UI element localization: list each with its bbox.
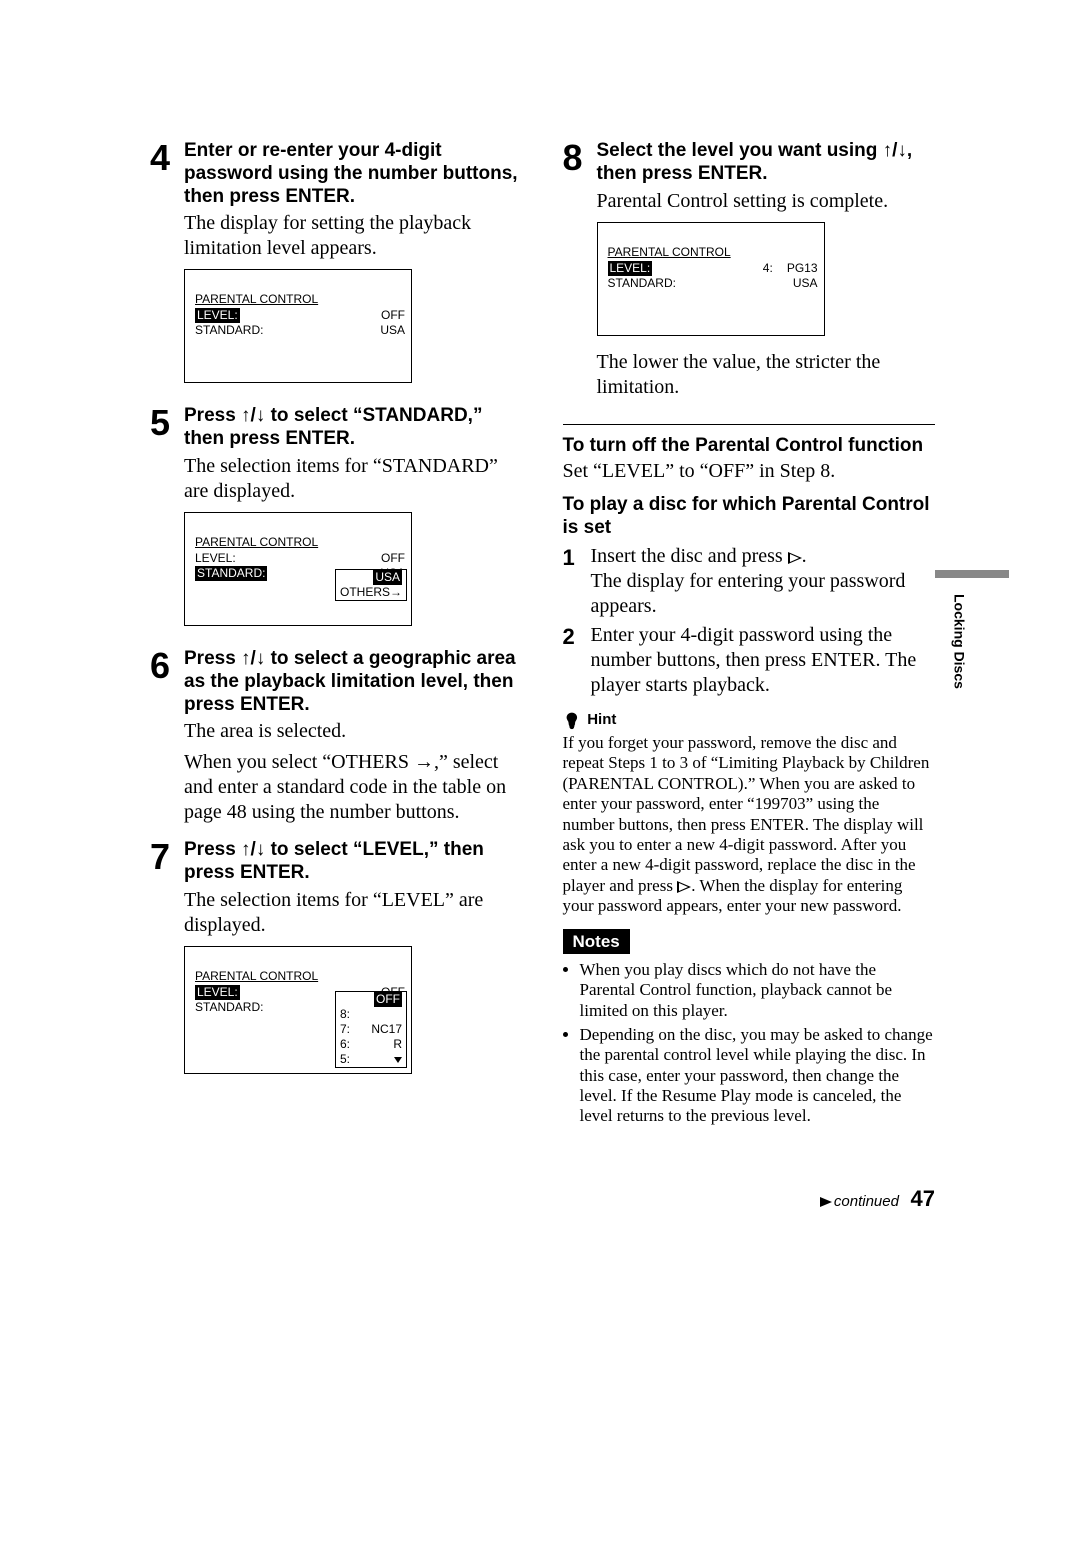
step-text: The selection items for “LEVEL” are disp…	[184, 888, 523, 938]
up-down-arrows-icon: ↑/↓	[883, 140, 907, 161]
dropdown-item: OFF	[374, 992, 402, 1007]
up-down-arrows-icon: ↑/↓	[241, 648, 265, 669]
osd-label: STANDARD:	[195, 566, 267, 581]
step-number: 6	[150, 648, 184, 684]
play-icon	[677, 881, 691, 893]
osd-label: LEVEL:	[608, 261, 653, 276]
osd-screen: PARENTAL CONTROL LEVEL: 4:PG13 STANDARD:…	[597, 222, 825, 336]
notes-list: When you play discs which do not have th…	[563, 960, 936, 1127]
section-divider	[563, 424, 936, 425]
sub-step-text: The display for entering your password a…	[591, 570, 906, 617]
hint-bulb-icon	[563, 708, 582, 733]
step-title: Select the level you want using ↑/↓, the…	[597, 140, 936, 186]
dropdown-item: 6:	[340, 1037, 350, 1052]
osd-screen: PARENTAL CONTROL LEVEL: OFF STANDARD: OF…	[184, 946, 412, 1074]
osd-title: PARENTAL CONTROL	[608, 245, 818, 260]
dropdown-item: USA	[373, 570, 402, 585]
sub-step-text: Insert the disc and press .	[591, 545, 807, 567]
osd-value: USA	[380, 323, 405, 338]
osd-label: LEVEL:	[195, 551, 236, 566]
dropdown-item: R	[393, 1037, 402, 1052]
sub-step-number: 1	[563, 544, 591, 572]
subsection-heading: To turn off the Parental Control functio…	[563, 435, 936, 458]
page-number: 47	[911, 1186, 935, 1211]
notes-item: Depending on the disc, you may be asked …	[580, 1025, 936, 1127]
step-number: 7	[150, 839, 184, 875]
step-text: The area is selected.	[184, 719, 523, 744]
dropdown-item: 7:	[340, 1022, 350, 1037]
sub-step-2: 2 Enter your 4-digit password using the …	[563, 623, 936, 698]
dropdown-item: 5:	[340, 1052, 350, 1067]
dropdown-item: 8:	[340, 1007, 350, 1022]
osd-title: PARENTAL CONTROL	[195, 969, 405, 984]
osd-screen: PARENTAL CONTROL LEVEL: OFF STANDARD: US…	[184, 269, 412, 383]
subsection-heading: To play a disc for which Parental Contro…	[563, 494, 936, 540]
step-title: Press ↑/↓ to select a geographic area as…	[184, 648, 523, 716]
step-7: 7 Press ↑/↓ to select “LEVEL,” then pres…	[150, 839, 523, 1088]
osd-label: STANDARD:	[195, 1000, 263, 1015]
right-column: 8 Select the level you want using ↑/↓, t…	[563, 140, 936, 1131]
step-number: 5	[150, 405, 184, 441]
osd-title: PARENTAL CONTROL	[195, 292, 405, 307]
continued-arrow-icon	[820, 1197, 832, 1207]
dropdown-item: NC17	[371, 1022, 402, 1037]
side-tab-label: Locking Discs	[950, 594, 968, 689]
manual-page: Locking Discs 4 Enter or re-enter your 4…	[0, 0, 1080, 1543]
osd-dropdown: OFF 8: 7: NC17 6: R 5:	[335, 991, 407, 1068]
up-down-arrows-icon: ↑/↓	[241, 839, 265, 860]
continued-label: continued	[834, 1193, 899, 1210]
osd-value: OFF	[381, 551, 405, 566]
step-5: 5 Press ↑/↓ to select “STANDARD,” then p…	[150, 405, 523, 640]
step-title: Press ↑/↓ to select “LEVEL,” then press …	[184, 839, 523, 885]
hint-label: Hint	[587, 711, 616, 730]
step-title: Enter or re-enter your 4-digit password …	[184, 140, 523, 208]
osd-dropdown: USA OTHERS→	[335, 569, 407, 601]
step-text: The selection items for “STANDARD” are d…	[184, 454, 523, 504]
osd-label: STANDARD:	[195, 323, 263, 338]
sub-step-number: 2	[563, 623, 591, 651]
step-6: 6 Press ↑/↓ to select a geographic area …	[150, 648, 523, 831]
notes-badge: Notes	[563, 929, 630, 954]
osd-title: PARENTAL CONTROL	[195, 535, 405, 550]
step-number: 8	[563, 140, 597, 176]
step-number: 4	[150, 140, 184, 176]
step-text: The display for setting the playback lim…	[184, 211, 523, 261]
step-text: Parental Control setting is complete.	[597, 189, 936, 214]
step-extra-text: When you select “OTHERS →,” select and e…	[184, 750, 523, 825]
subsection-text: Set “LEVEL” to “OFF” in Step 8.	[563, 459, 936, 484]
osd-label: STANDARD:	[608, 276, 676, 291]
page-footer: continued 47	[820, 1185, 935, 1213]
hint-text: If you forget your password, remove the …	[563, 733, 936, 917]
side-tab-marker	[935, 570, 1009, 578]
sub-step-1: 1 Insert the disc and press . The displa…	[563, 544, 936, 619]
hint-header: Hint	[563, 708, 936, 733]
osd-value: 4:PG13	[763, 261, 818, 276]
dropdown-item: OTHERS→	[340, 585, 402, 600]
osd-label: LEVEL:	[195, 308, 240, 323]
step-title: Press ↑/↓ to select “STANDARD,” then pre…	[184, 405, 523, 451]
section-side-tab: Locking Discs	[950, 594, 972, 704]
play-icon	[788, 552, 802, 564]
step-8: 8 Select the level you want using ↑/↓, t…	[563, 140, 936, 406]
step-after-text: The lower the value, the stricter the li…	[597, 350, 936, 400]
left-column: 4 Enter or re-enter your 4-digit passwor…	[150, 140, 523, 1131]
osd-value: USA	[793, 276, 818, 291]
up-down-arrows-icon: ↑/↓	[241, 405, 265, 426]
scroll-down-icon	[392, 1052, 402, 1067]
right-arrow-icon: →	[390, 585, 402, 599]
osd-screen: PARENTAL CONTROL LEVEL: OFF STANDARD: US…	[184, 512, 412, 626]
osd-value: OFF	[381, 308, 405, 323]
osd-label: LEVEL:	[195, 985, 240, 1000]
step-4: 4 Enter or re-enter your 4-digit passwor…	[150, 140, 523, 397]
notes-item: When you play discs which do not have th…	[580, 960, 936, 1021]
sub-step-text: Enter your 4-digit password using the nu…	[591, 623, 936, 698]
